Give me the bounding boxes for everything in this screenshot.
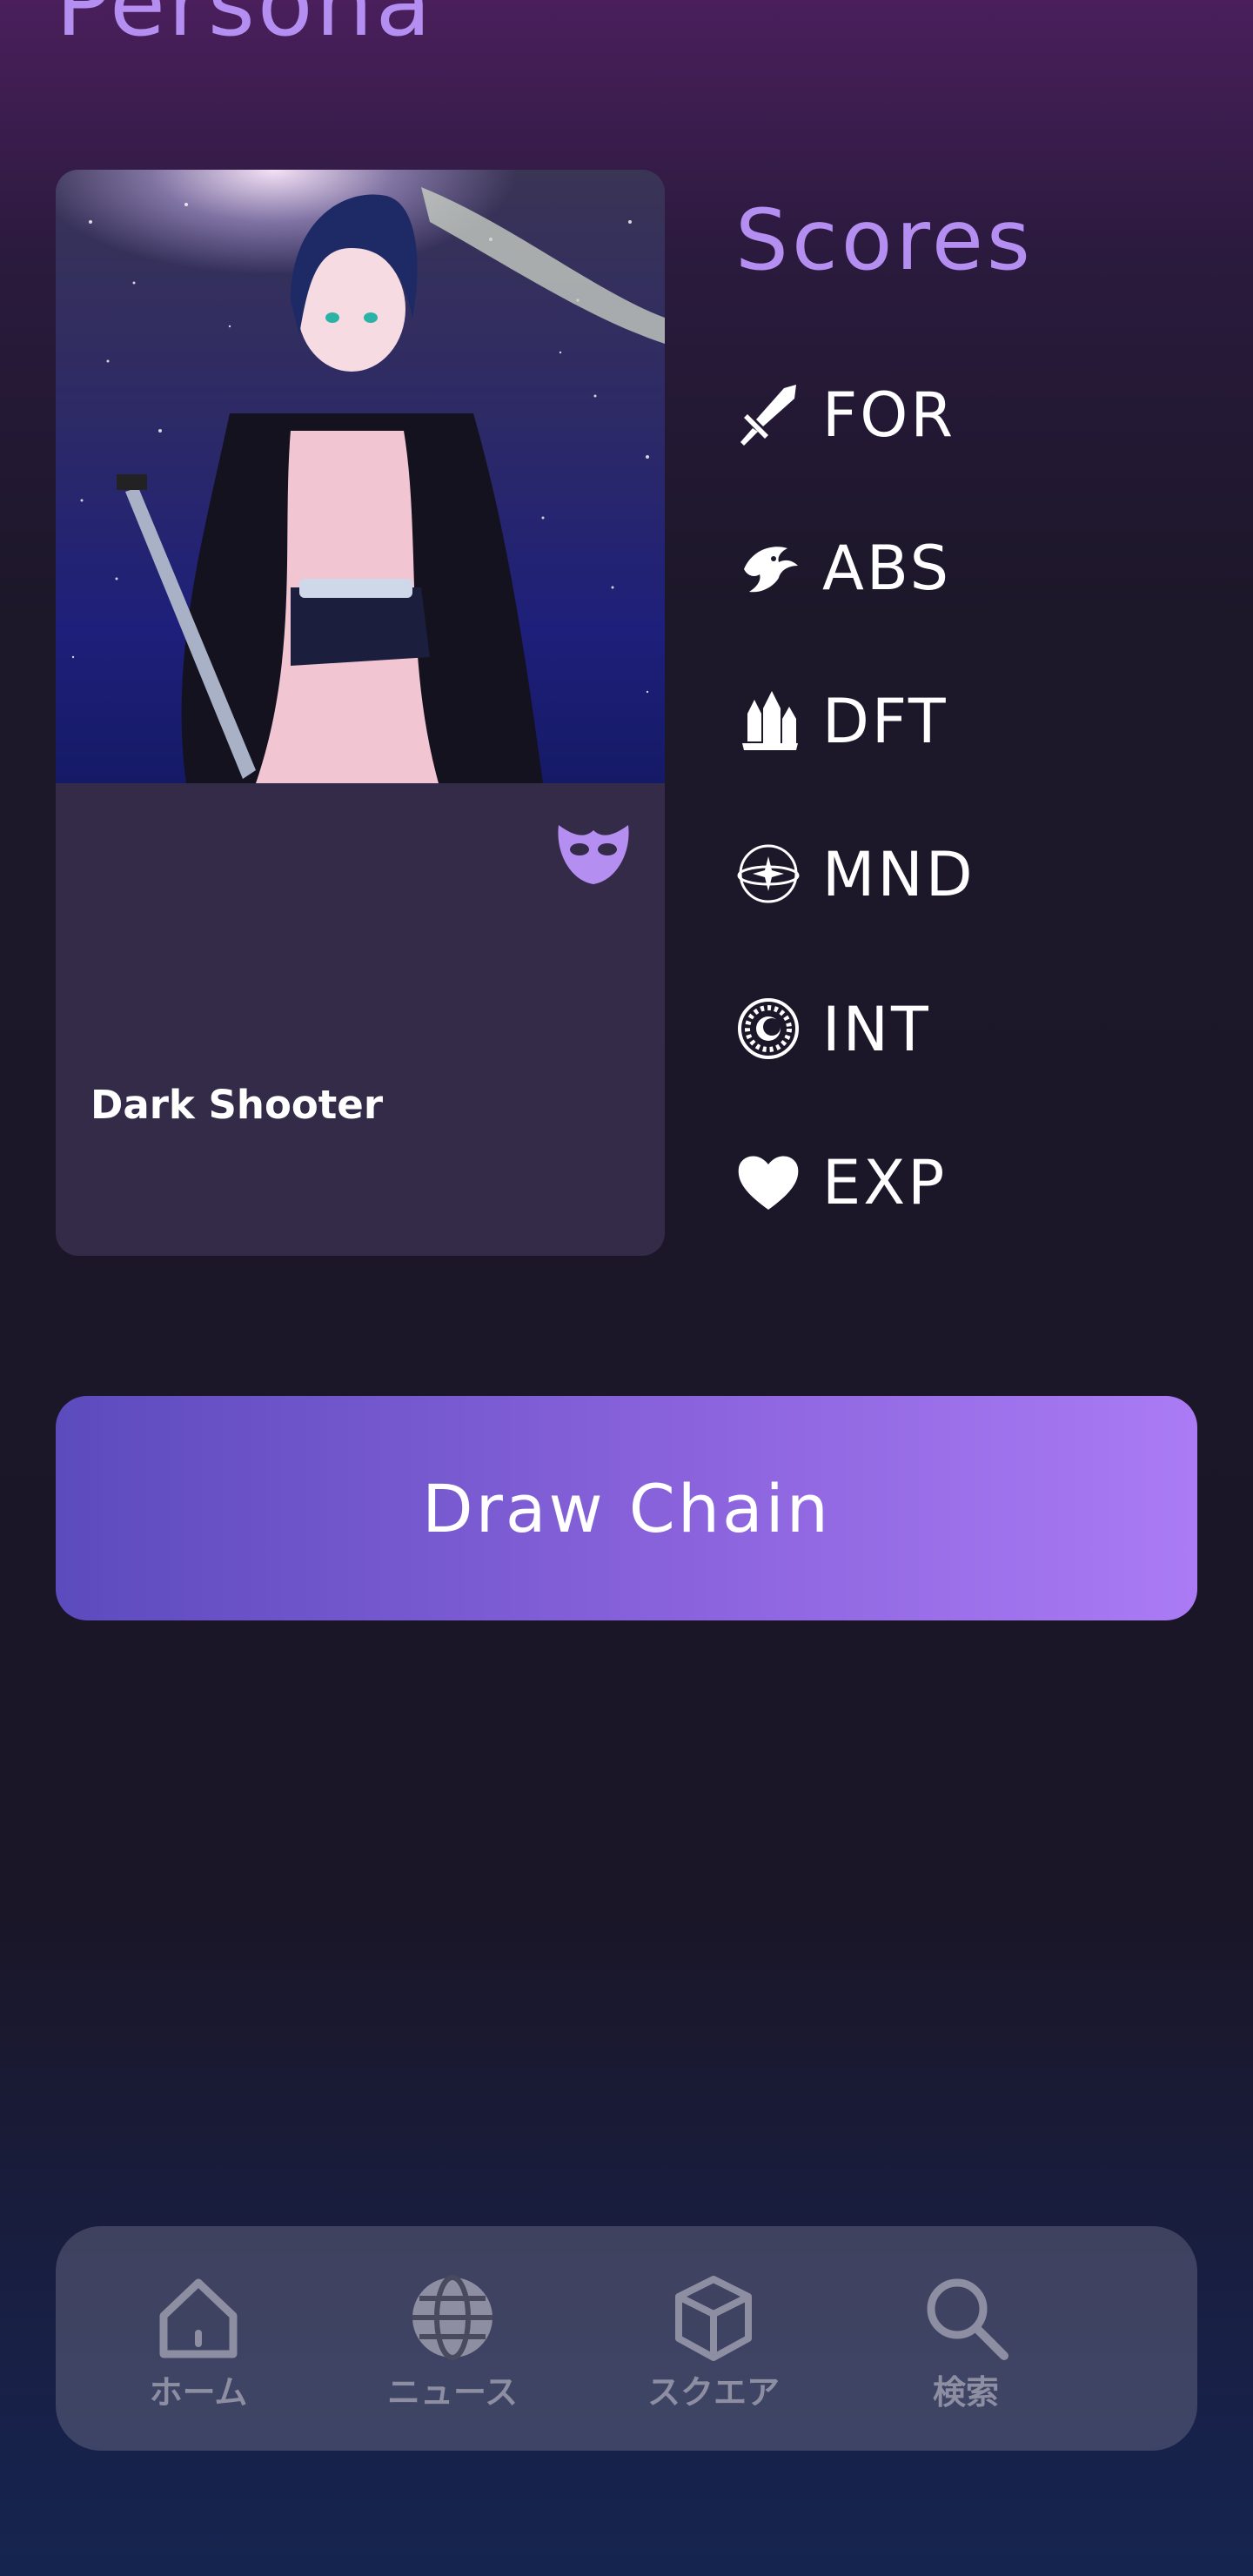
score-row-for: FOR [735, 381, 1170, 451]
score-label-mnd: MND [822, 839, 975, 910]
nav-item-search[interactable]: 検索 [861, 2226, 1070, 2451]
search-icon [927, 2278, 1008, 2360]
score-label-exp: EXP [822, 1147, 948, 1218]
mask-icon [558, 825, 629, 884]
score-label-abs: ABS [822, 533, 952, 604]
nav-item-home[interactable]: ホーム [94, 2226, 303, 2451]
score-label-dft: DFT [822, 686, 948, 757]
orbit-icon [737, 844, 800, 903]
persona-card[interactable]: Dark Shooter [56, 170, 665, 1256]
sword-icon [740, 385, 796, 446]
draw-chain-button[interactable]: Draw Chain [56, 1396, 1197, 1620]
score-row-dft: DFT [735, 688, 1170, 757]
globe-icon [412, 2275, 492, 2360]
bottom-nav: ホーム ニュース スクエア 検索 [56, 2226, 1197, 2451]
nav-label-search: 検索 [932, 2373, 999, 2412]
score-label-int: INT [822, 994, 931, 1065]
scores-title: Scores [735, 191, 1034, 289]
nav-label-home: ホーム [149, 2373, 248, 2412]
score-label-for: FOR [822, 379, 955, 451]
nav-label-square: スクエア [647, 2373, 780, 2412]
score-row-int: INT [735, 996, 1170, 1065]
home-icon [159, 2278, 238, 2358]
nav-label-news: ニュース [386, 2373, 519, 2412]
cube-icon [675, 2276, 752, 2361]
persona-name: Dark Shooter [90, 1082, 384, 1128]
score-row-exp: EXP [735, 1149, 1170, 1218]
score-row-mnd: MND [735, 841, 1170, 910]
score-row-abs: ABS [735, 534, 1170, 604]
crystal-icon [742, 691, 798, 750]
zodiac-icon [738, 998, 799, 1059]
persona-image [56, 170, 665, 783]
nav-item-news[interactable]: ニュース [348, 2226, 557, 2451]
nav-item-square[interactable]: スクエア [609, 2226, 818, 2451]
heart-icon [738, 1156, 799, 1210]
dragon-icon [744, 547, 798, 593]
page-title: Persona [56, 0, 434, 57]
